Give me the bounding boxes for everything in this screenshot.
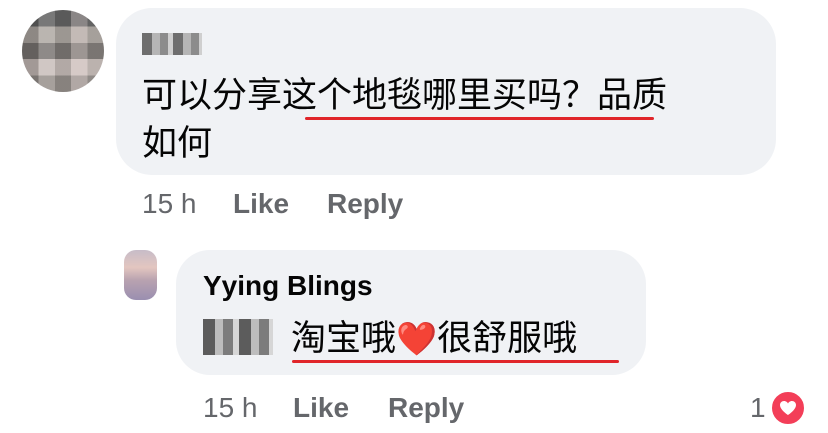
like-button[interactable]: Like xyxy=(233,188,289,220)
heart-icon-glyph xyxy=(779,401,796,415)
avatar-replier[interactable] xyxy=(124,250,157,300)
reply-like-button[interactable]: Like xyxy=(293,392,349,424)
highlight-underline-reply xyxy=(292,360,619,363)
like-label: Like xyxy=(233,188,290,219)
comment-text-line1: 可以分享这个地毯哪里买吗？品质 xyxy=(142,76,668,116)
comment-text-line2: 如何 xyxy=(142,124,213,164)
comment-timestamp[interactable]: 15 h xyxy=(142,188,197,220)
highlight-underline xyxy=(305,117,654,120)
reaction-summary[interactable]: 1 xyxy=(750,390,806,426)
reply-timestamp[interactable]: 15 h xyxy=(203,392,258,424)
heart-reaction-icon xyxy=(769,390,806,426)
mention-redacted[interactable] xyxy=(203,319,273,355)
reply-reply-label: Reply xyxy=(388,392,465,423)
commenter-name-redacted[interactable] xyxy=(142,33,202,55)
reply-like-label: Like xyxy=(293,392,350,423)
reply-author-name[interactable]: Yying Blings xyxy=(203,270,373,302)
reply-label: Reply xyxy=(327,188,404,219)
heart-emoji-icon: ❤️ xyxy=(396,319,438,358)
avatar-commenter[interactable] xyxy=(22,10,104,92)
reply-button[interactable]: Reply xyxy=(327,188,403,220)
reply-text-after-heart: 很舒服哦 xyxy=(437,319,578,359)
reaction-count: 1 xyxy=(750,392,766,423)
reply-reply-button[interactable]: Reply xyxy=(388,392,464,424)
reply-text: 淘宝哦❤️很舒服哦 xyxy=(291,315,577,363)
reply-text-before-heart: 淘宝哦 xyxy=(291,319,397,359)
